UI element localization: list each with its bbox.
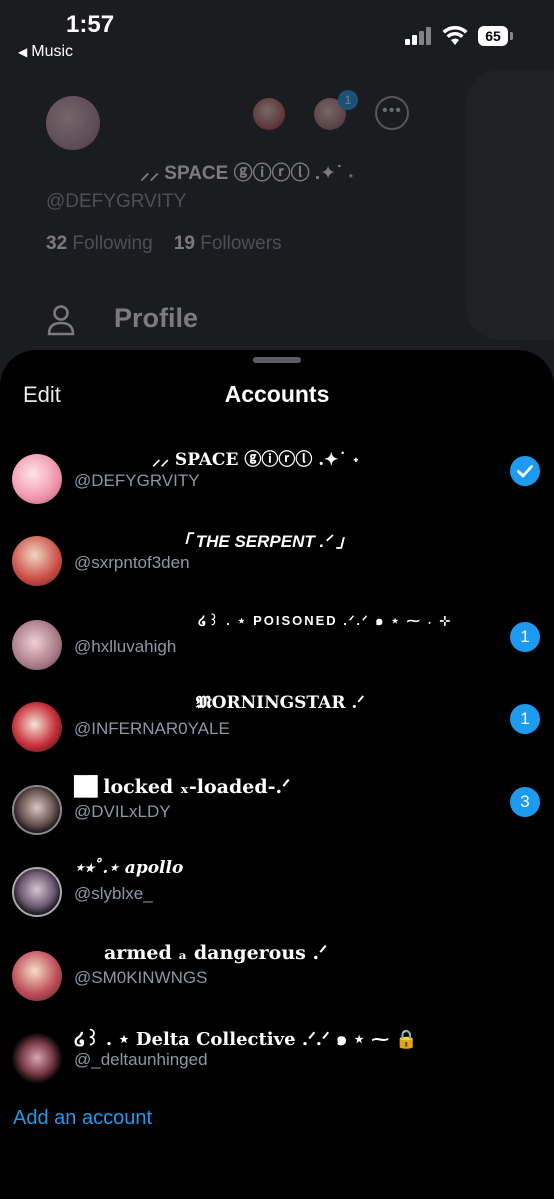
account-handle: @_deltaunhinged	[74, 1050, 208, 1069]
account-avatar	[12, 620, 62, 670]
account-display-name: ⸝⸝ SPACE ⓖⓘⓡⓛ .✦˙ ˖	[152, 450, 360, 470]
back-to-app-button[interactable]: ◀ Music	[18, 43, 73, 61]
account-avatar	[12, 536, 62, 586]
account-display-name: ໒꒱ . ⋆ Delta Collective .ᐟ.ᐟ ๑ ⋆ ⁓ 🔒	[74, 1029, 418, 1050]
status-time: 1:57	[66, 11, 115, 38]
account-handle: @sxrpntof3den	[74, 553, 190, 572]
account-row[interactable]: 𝕸ORNINGSTAR .ᐟ @INFERNAR0YALE 1	[0, 690, 554, 774]
account-display-name: █▋locked ₓ-loaded-.ᐟ	[74, 776, 291, 798]
account-handle: @INFERNAR0YALE	[74, 719, 230, 738]
account-handle: @DEFYGRVITY	[74, 471, 200, 490]
sheet-title: Accounts	[224, 381, 330, 407]
background-profile: 1 ••• ⸝⸝ SPACE ⓖⓘⓡⓛ .✦˙ ˖ @DEFYGRVITY 32…	[0, 70, 554, 360]
battery-indicator: 65	[478, 26, 513, 46]
back-triangle-icon: ◀	[18, 45, 28, 59]
cellular-signal-icon	[405, 27, 433, 45]
account-avatar	[12, 785, 62, 835]
unread-badge: 1	[510, 622, 540, 652]
account-row[interactable]: ⸝⸝ SPACE ⓖⓘⓡⓛ .✦˙ ˖ @DEFYGRVITY	[0, 442, 554, 526]
accounts-sheet: Edit Accounts ⸝⸝ SPACE ⓖⓘⓡⓛ .✦˙ ˖ @DEFYG…	[0, 350, 554, 1199]
account-row[interactable]: ໒꒱ . ⋆ POISONED .ᐟ.ᐟ ๑ ⋆ ⁓ ˖ ⊹ @hxlluvah…	[0, 608, 554, 692]
account-display-name: ⋆⭒˚.⋆ apollo	[74, 858, 184, 878]
follow-stats: 32 Following 19 Followers	[46, 233, 282, 255]
account-row[interactable]: █▋locked ₓ-loaded-.ᐟ @DVILxLDY 3	[0, 773, 554, 857]
following-count[interactable]: 32	[46, 233, 67, 254]
unread-badge: 3	[510, 787, 540, 817]
following-label[interactable]: Following	[72, 233, 152, 254]
followers-label[interactable]: Followers	[200, 233, 281, 254]
wifi-icon	[442, 26, 468, 45]
person-icon	[47, 305, 75, 336]
account-row[interactable]: armed ₐ dangerous .ᐟ @SM0KINWNGS	[0, 939, 554, 1023]
menu-item-profile[interactable]: Profile	[46, 303, 198, 336]
selected-check-icon	[510, 456, 540, 486]
account-avatar	[12, 1033, 62, 1083]
account-avatar	[12, 454, 62, 504]
account-display-name: 𝕸ORNINGSTAR .ᐟ	[196, 693, 365, 713]
back-app-label: Music	[31, 43, 74, 60]
notification-badge: 1	[338, 90, 358, 110]
account-row[interactable]: ໒꒱ . ⋆ Delta Collective .ᐟ.ᐟ ๑ ⋆ ⁓ 🔒 @_d…	[0, 1021, 554, 1105]
account-avatar	[12, 867, 62, 917]
menu-item-profile-label: Profile	[114, 303, 199, 333]
sheet-grabber[interactable]	[253, 357, 301, 363]
profile-display-name: ⸝⸝ SPACE ⓖⓘⓡⓛ .✦˙ ˖	[140, 163, 355, 184]
more-options-icon[interactable]: •••	[375, 96, 409, 130]
account-display-name: armed ₐ dangerous .ᐟ	[104, 942, 328, 964]
account-display-name: 「 THE SERPENT .ᐟ 」	[174, 532, 354, 551]
account-row[interactable]: ⋆⭒˚.⋆ apollo @slyblxe_	[0, 855, 554, 939]
account-handle: @DVILxLDY	[74, 802, 171, 821]
status-bar: 1:57 ◀ Music 65	[0, 0, 554, 70]
unread-badge: 1	[510, 704, 540, 734]
account-avatar	[12, 951, 62, 1001]
account-switch-avatar[interactable]	[253, 98, 285, 130]
profile-handle: @DEFYGRVITY	[46, 191, 187, 212]
account-row[interactable]: 「 THE SERPENT .ᐟ 」 @sxrpntof3den	[0, 524, 554, 608]
profile-avatar[interactable]	[46, 96, 100, 150]
account-avatar	[12, 702, 62, 752]
account-handle: @SM0KINWNGS	[74, 968, 208, 987]
account-handle: @slyblxe_	[74, 884, 153, 903]
followers-count[interactable]: 19	[174, 233, 195, 254]
account-display-name: ໒꒱ . ⋆ POISONED .ᐟ.ᐟ ๑ ⋆ ⁓ ˖ ⊹	[198, 613, 453, 628]
account-handle: @hxlluvahigh	[74, 637, 177, 656]
add-account-link[interactable]: Add an account	[13, 1107, 152, 1130]
